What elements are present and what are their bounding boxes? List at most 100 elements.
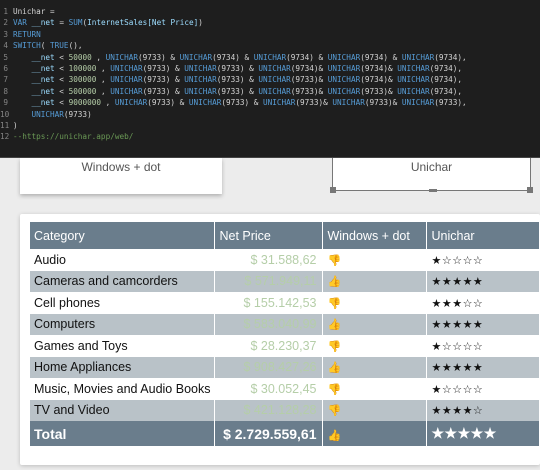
star-rating: ★★★★★ (431, 276, 484, 289)
table-row[interactable]: Music, Movies and Audio Books $ 30.052,45… (30, 378, 540, 400)
code-text: __net < 300000 , UNICHAR(9733) & UNICHAR… (31, 75, 463, 85)
cell-category: Cell phones (30, 292, 216, 314)
code-text: SWITCH( TRUE(), (13, 41, 83, 51)
code-line[interactable]: 1 Unichar = (0, 6, 540, 17)
table-visual[interactable]: Category Net Price Windows + dot Unichar… (20, 214, 540, 465)
cell-unichar: ★☆☆☆☆ (426, 249, 540, 271)
resize-handle-right[interactable] (527, 187, 533, 193)
table-header-row: Category Net Price Windows + dot Unichar (30, 222, 540, 249)
cell-category: TV and Video (30, 399, 216, 421)
star-rating: ★★★★★ (431, 425, 497, 441)
table-row[interactable]: Home Appliances $ 908.427,26 👍 ★★★★★ (30, 356, 540, 378)
cell-windows-dot: 👎 (322, 399, 428, 421)
star-rating: ★☆☆☆☆ (431, 254, 484, 267)
line-number: 9 (3, 98, 8, 108)
code-text: __net < 9000000 , UNICHAR(9733) & UNICHA… (31, 98, 467, 108)
table-row[interactable]: Cameras and camcorders $ 571.949,11 👍 ★★★★★ (30, 270, 540, 292)
star-rating: ★☆☆☆☆ (431, 383, 484, 396)
cell-windows-dot: 👍 (322, 356, 428, 378)
cell-net-price: $ 31.588,62 (214, 249, 324, 271)
cell-category: Total (30, 421, 216, 446)
line-number: 10 (0, 109, 10, 119)
cell-category: Home Appliances (30, 356, 216, 378)
thumbs-down-icon: 👎 (327, 340, 342, 353)
cell-category: Games and Toys (30, 335, 216, 357)
code-line[interactable]: 9 __net < 9000000 , UNICHAR(9733) & UNIC… (0, 97, 540, 108)
header-net-price[interactable]: Net Price (214, 222, 324, 249)
table-row[interactable]: Audio $ 31.588,62 👎 ★☆☆☆☆ (30, 249, 540, 271)
code-text: UNICHAR(9733) (31, 109, 92, 119)
cell-unichar: ★★★★☆ (426, 399, 540, 421)
windows-dot-slicer-label: Windows + dot (81, 160, 161, 174)
code-line[interactable]: 5 __net < 50000 , UNICHAR(9733) & UNICHA… (0, 52, 540, 63)
unichar-slicer-card[interactable]: Unichar (330, 158, 533, 193)
line-number: 11 (0, 120, 10, 130)
thumbs-down-icon: 👎 (327, 297, 342, 310)
star-rating: ★★★☆☆ (431, 297, 484, 310)
code-text: __net < 100000 , UNICHAR(9733) & UNICHAR… (31, 63, 463, 73)
cell-windows-dot: 👍 (322, 313, 428, 335)
cell-net-price: $ 28.230,37 (214, 335, 324, 357)
cell-unichar: ★★★★★ (426, 356, 540, 378)
code-text: __net < 50000 , UNICHAR(9733) & UNICHAR(… (31, 52, 467, 62)
code-line[interactable]: 6 __net < 100000 , UNICHAR(9733) & UNICH… (0, 63, 540, 74)
code-text: --https://unichar.app/web/ (13, 132, 134, 142)
cell-unichar: ★★★★★ (426, 421, 540, 446)
table-total-row[interactable]: Total $ 2.729.559,61 👍 ★★★★★ (30, 421, 540, 446)
line-number: 5 (3, 52, 8, 62)
header-unichar[interactable]: Unichar (426, 222, 540, 249)
code-text: VAR __net = SUM(InternetSales[Net Price]… (13, 18, 203, 28)
code-line[interactable]: 8 __net < 500000 , UNICHAR(9733) & UNICH… (0, 86, 540, 97)
code-line[interactable]: 3 RETURN (0, 29, 540, 40)
code-line[interactable]: 7 __net < 300000 , UNICHAR(9733) & UNICH… (0, 74, 540, 85)
cell-unichar: ★☆☆☆☆ (426, 335, 540, 357)
cell-windows-dot: 👎 (322, 249, 428, 271)
code-text: Unichar = (13, 7, 55, 16)
unichar-slicer-label: Unichar (410, 160, 453, 174)
resize-handle-left[interactable] (330, 187, 336, 193)
table-row[interactable]: Computers $ 583.040,99 👍 ★★★★★ (30, 313, 540, 335)
header-category[interactable]: Category (30, 222, 216, 249)
code-text: RETURN (13, 29, 41, 39)
cell-category: Cameras and camcorders (30, 270, 216, 292)
cell-net-price: $ 583.040,99 (214, 313, 324, 335)
line-number: 6 (3, 63, 8, 73)
windows-dot-slicer-card[interactable]: Windows + dot (20, 158, 222, 194)
cell-unichar: ★☆☆☆☆ (426, 378, 540, 400)
thumbs-up-icon: 👍 (327, 362, 342, 375)
code-text: ) (13, 120, 18, 130)
table-row[interactable]: TV and Video $ 421.128,28 👎 ★★★★☆ (30, 399, 540, 421)
header-windows-dot[interactable]: Windows + dot (322, 222, 428, 249)
cell-category: Computers (30, 313, 216, 335)
code-line[interactable]: 11) (0, 120, 540, 131)
code-line[interactable]: 4 SWITCH( TRUE(), (0, 40, 540, 51)
line-number: 12 (0, 132, 10, 142)
cell-windows-dot: 👍 (322, 421, 428, 446)
star-rating: ★☆☆☆☆ (431, 340, 484, 353)
resize-handle-bottom[interactable] (429, 189, 437, 192)
line-number: 3 (3, 29, 8, 39)
line-number: 2 (3, 18, 8, 28)
code-line[interactable]: 12 --https://unichar.app/web/ (0, 131, 540, 142)
cell-windows-dot: 👎 (322, 335, 428, 357)
code-line[interactable]: 10 UNICHAR(9733) (0, 109, 540, 120)
dax-code-editor[interactable]: 1 Unichar = 2 VAR __net = SUM(InternetSales… (0, 0, 540, 158)
cell-net-price: $ 421.128,28 (214, 399, 324, 421)
thumbs-down-icon: 👎 (327, 405, 342, 418)
cell-net-price: $ 908.427,26 (214, 356, 324, 378)
cell-windows-dot: 👎 (322, 292, 428, 314)
cell-unichar: ★★★★★ (426, 313, 540, 335)
cell-unichar: ★★★★★ (426, 270, 540, 292)
star-rating: ★★★★★ (431, 362, 484, 375)
code-line[interactable]: 2 VAR __net = SUM(InternetSales[Net Price… (0, 17, 540, 28)
cell-windows-dot: 👎 (322, 378, 428, 400)
cell-net-price: $ 155.142,53 (214, 292, 324, 314)
cell-net-price: $ 2.729.559,61 (214, 421, 324, 446)
line-number: 4 (3, 41, 8, 51)
cell-net-price: $ 30.052,45 (214, 378, 324, 400)
thumbs-down-icon: 👎 (327, 254, 342, 267)
line-number: 1 (3, 7, 8, 16)
table-row[interactable]: Cell phones $ 155.142,53 👎 ★★★☆☆ (30, 292, 540, 314)
table-row[interactable]: Games and Toys $ 28.230,37 👎 ★☆☆☆☆ (30, 335, 540, 357)
sales-table: Category Net Price Windows + dot Unichar… (30, 222, 540, 446)
